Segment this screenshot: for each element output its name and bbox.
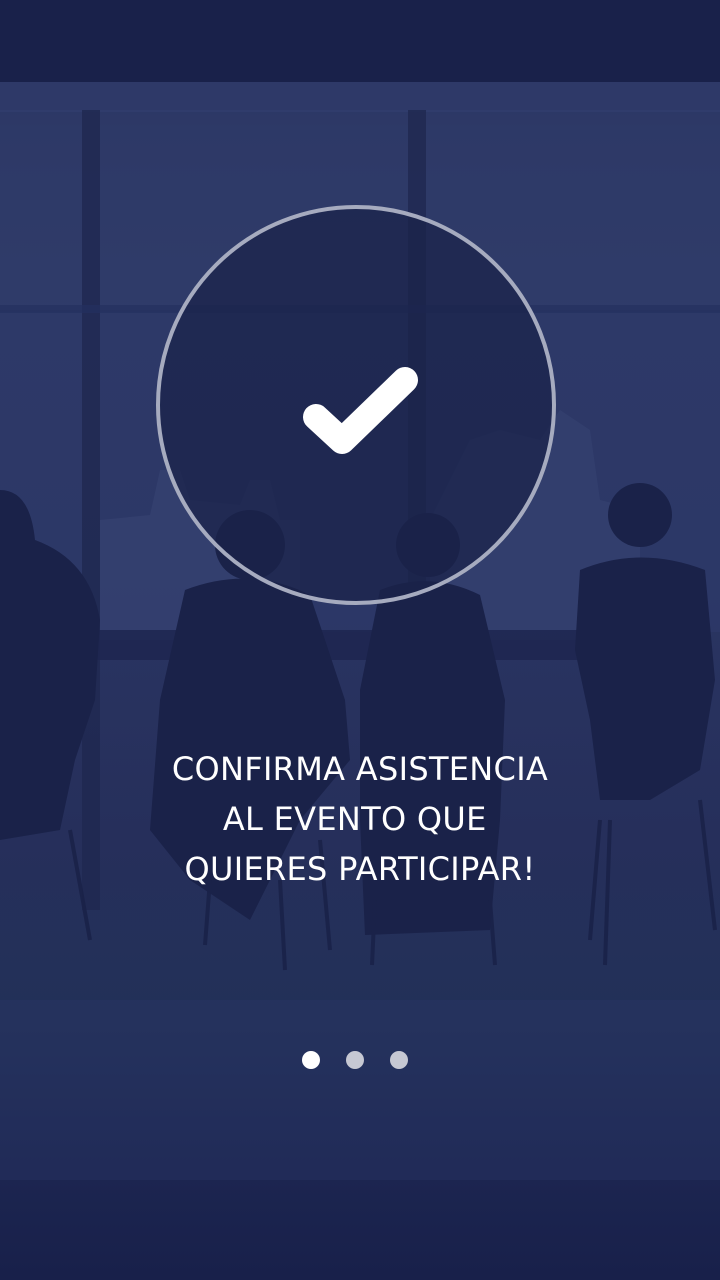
meeting-background-image (0, 82, 720, 1180)
message-line-3: QUIERES PARTICIPAR! (184, 850, 536, 888)
page-dot-3[interactable] (390, 1051, 408, 1069)
onboarding-message: CONFIRMA ASISTENCIA AL EVENTO QUE QUIERE… (60, 744, 660, 894)
onboarding-screen: CONFIRMA ASISTENCIA AL EVENTO QUE QUIERE… (0, 0, 720, 1280)
status-bar-area (0, 0, 720, 82)
page-indicator (0, 1051, 720, 1071)
message-line-1: CONFIRMA ASISTENCIA (171, 750, 549, 788)
page-dot-1[interactable] (302, 1051, 320, 1069)
check-icon (303, 367, 418, 454)
message-line-2: AL EVENTO QUE (222, 800, 498, 838)
page-dot-2[interactable] (346, 1051, 364, 1069)
confirmation-circle (156, 205, 556, 605)
